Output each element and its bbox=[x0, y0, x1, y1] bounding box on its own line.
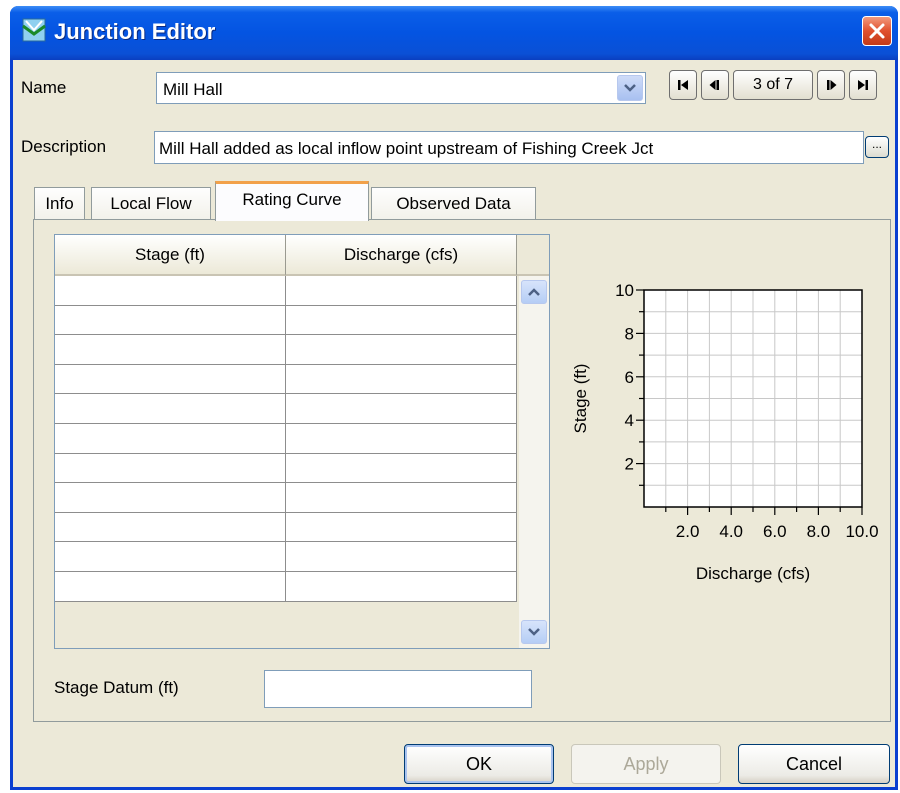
scroll-up-button[interactable] bbox=[521, 280, 547, 304]
discharge-cell[interactable] bbox=[286, 483, 517, 512]
description-value: Mill Hall added as local inflow point up… bbox=[159, 139, 654, 158]
rating-table: Stage (ft) Discharge (cfs) bbox=[54, 234, 550, 649]
next-record-icon bbox=[827, 80, 837, 90]
junction-app-icon bbox=[22, 18, 46, 42]
first-record-icon bbox=[678, 80, 688, 90]
tab-rating-curve[interactable]: Rating Curve bbox=[215, 181, 369, 221]
x-tick-label: 2.0 bbox=[676, 522, 700, 541]
last-record-button[interactable] bbox=[849, 70, 877, 100]
apply-button[interactable]: Apply bbox=[571, 744, 721, 784]
junction-editor-window: Junction Editor Name Mill Hall 3 of 7 De… bbox=[10, 6, 898, 790]
description-more-button[interactable]: ... bbox=[865, 136, 889, 158]
stage-cell[interactable] bbox=[55, 305, 286, 335]
table-row[interactable] bbox=[55, 276, 517, 306]
discharge-cell[interactable] bbox=[286, 335, 517, 364]
chevron-up-icon bbox=[528, 288, 540, 296]
table-row[interactable] bbox=[55, 542, 517, 572]
column-header-stage[interactable]: Stage (ft) bbox=[55, 235, 286, 276]
scroll-down-button[interactable] bbox=[521, 620, 547, 644]
close-icon bbox=[869, 23, 885, 39]
description-label: Description bbox=[21, 137, 107, 156]
x-tick-label: 8.0 bbox=[807, 522, 831, 541]
description-field[interactable]: Mill Hall added as local inflow point up… bbox=[154, 131, 864, 164]
y-tick-label: 6 bbox=[625, 368, 634, 387]
discharge-cell[interactable] bbox=[286, 542, 517, 571]
name-label: Name bbox=[21, 78, 67, 97]
chevron-down-icon bbox=[528, 628, 540, 636]
last-record-icon bbox=[858, 80, 868, 90]
stage-cell[interactable] bbox=[55, 394, 286, 423]
tab-observed-data[interactable]: Observed Data bbox=[371, 187, 536, 220]
stage-cell[interactable] bbox=[55, 335, 286, 364]
discharge-cell[interactable] bbox=[286, 394, 517, 423]
first-record-button[interactable] bbox=[669, 70, 697, 100]
stage-datum-input[interactable] bbox=[264, 670, 532, 708]
window-title: Junction Editor bbox=[54, 19, 216, 44]
discharge-cell[interactable] bbox=[286, 364, 517, 394]
table-row[interactable] bbox=[55, 335, 517, 365]
discharge-cell[interactable] bbox=[286, 305, 517, 335]
header-corner bbox=[517, 235, 549, 276]
stage-datum-label: Stage Datum (ft) bbox=[54, 678, 179, 697]
cancel-button[interactable]: Cancel bbox=[738, 744, 890, 784]
stage-cell[interactable] bbox=[55, 424, 286, 453]
stage-cell[interactable] bbox=[55, 453, 286, 483]
discharge-cell[interactable] bbox=[286, 512, 517, 542]
title-bar[interactable]: Junction Editor bbox=[10, 6, 898, 60]
discharge-cell[interactable] bbox=[286, 424, 517, 453]
x-tick-label: 10.0 bbox=[845, 522, 878, 541]
y-tick-label: 4 bbox=[625, 411, 634, 430]
y-tick-label: 10 bbox=[615, 281, 634, 300]
next-record-button[interactable] bbox=[817, 70, 845, 100]
table-scrollbar[interactable] bbox=[519, 276, 549, 648]
name-value: Mill Hall bbox=[163, 80, 223, 99]
stage-cell[interactable] bbox=[55, 542, 286, 571]
stage-cell[interactable] bbox=[55, 572, 286, 601]
rating-curve-panel: Stage (ft) Discharge (cfs) 2.0 4.0 6.0 8.0 1… bbox=[33, 219, 891, 722]
discharge-cell[interactable] bbox=[286, 453, 517, 483]
stage-cell[interactable] bbox=[55, 276, 286, 305]
table-row[interactable] bbox=[55, 364, 517, 395]
previous-record-icon bbox=[709, 80, 719, 90]
table-row[interactable] bbox=[55, 453, 517, 484]
name-combobox[interactable]: Mill Hall bbox=[156, 72, 646, 104]
table-row[interactable] bbox=[55, 305, 517, 336]
table-row[interactable] bbox=[55, 512, 517, 543]
record-position: 3 of 7 bbox=[733, 70, 813, 100]
stage-cell[interactable] bbox=[55, 483, 286, 512]
y-tick-label: 2 bbox=[625, 455, 634, 474]
x-axis-label: Discharge (cfs) bbox=[696, 564, 810, 583]
previous-record-button[interactable] bbox=[701, 70, 729, 100]
record-position-text: 3 of 7 bbox=[752, 76, 794, 93]
tab-info[interactable]: Info bbox=[34, 187, 85, 220]
table-row[interactable] bbox=[55, 483, 517, 513]
table-row[interactable] bbox=[55, 572, 517, 602]
rating-curve-chart: 2.0 4.0 6.0 8.0 10.0 2 4 6 8 10 Discharge (cfs) Sta… bbox=[571, 281, 879, 583]
tab-local-flow[interactable]: Local Flow bbox=[91, 187, 211, 220]
x-tick-label: 4.0 bbox=[719, 522, 743, 541]
discharge-cell[interactable] bbox=[286, 572, 517, 601]
y-axis-label: Stage (ft) bbox=[571, 364, 590, 434]
chevron-down-icon[interactable] bbox=[617, 75, 643, 101]
close-button[interactable] bbox=[862, 16, 892, 46]
table-row[interactable] bbox=[55, 394, 517, 424]
y-tick-label: 8 bbox=[625, 324, 634, 343]
x-tick-label: 6.0 bbox=[763, 522, 787, 541]
discharge-cell[interactable] bbox=[286, 276, 517, 305]
ok-button[interactable]: OK bbox=[404, 744, 554, 784]
stage-cell[interactable] bbox=[55, 364, 286, 394]
table-row[interactable] bbox=[55, 424, 517, 454]
stage-cell[interactable] bbox=[55, 512, 286, 542]
column-header-discharge[interactable]: Discharge (cfs) bbox=[286, 235, 517, 276]
